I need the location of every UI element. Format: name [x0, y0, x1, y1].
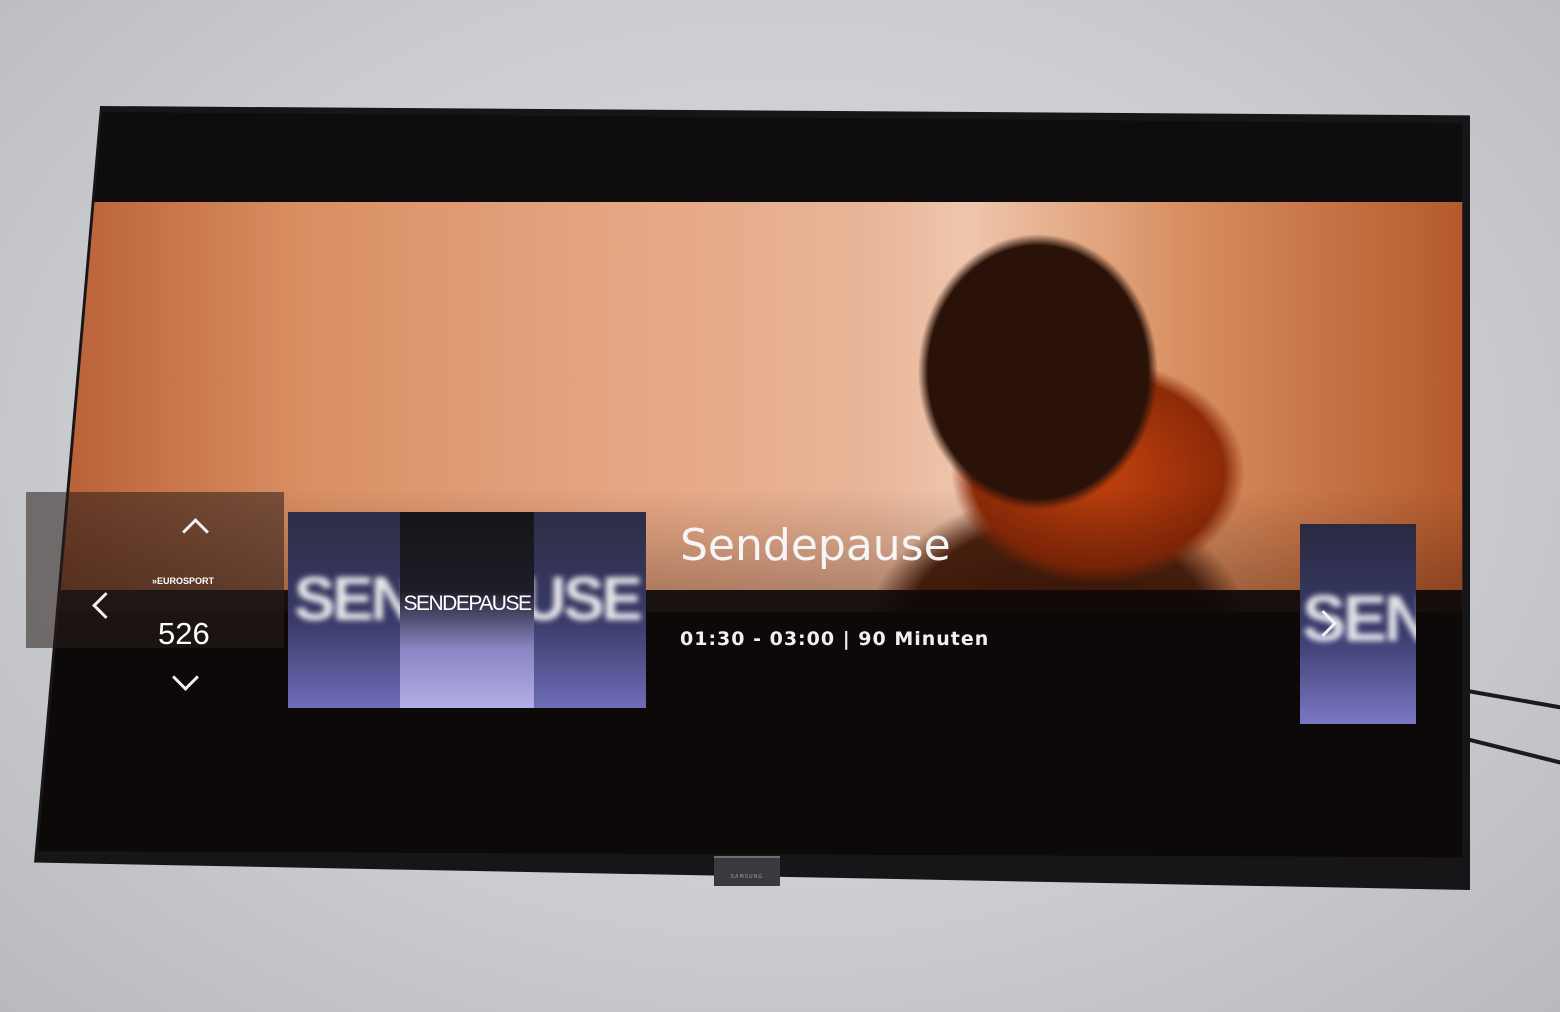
channel-number: 526 [158, 616, 210, 651]
thumbnail-center-text: SENDEPAUSE [403, 592, 533, 615]
tv-brand-logo: SAMSUNG [730, 874, 764, 880]
program-title: Sendepause [680, 520, 951, 571]
program-time-info: 01:30 - 03:00 | 90 Minuten [680, 628, 989, 650]
thumbnail-text-left: SEN [294, 565, 415, 634]
tv-stand: SAMSUNG [714, 856, 780, 886]
thumbnail-text-right: USE [521, 565, 643, 634]
program-duration: 90 Minuten [858, 628, 990, 650]
channel-zap-panel [26, 492, 284, 648]
program-thumbnail[interactable]: SEN USE SENDEPAUSE [288, 512, 646, 708]
channel-logo: »EUROSPORT [152, 576, 215, 586]
separator: | [842, 628, 851, 650]
program-time-range: 01:30 - 03:00 [680, 628, 836, 650]
thumbnail-center-card: SENDEPAUSE [400, 512, 534, 708]
